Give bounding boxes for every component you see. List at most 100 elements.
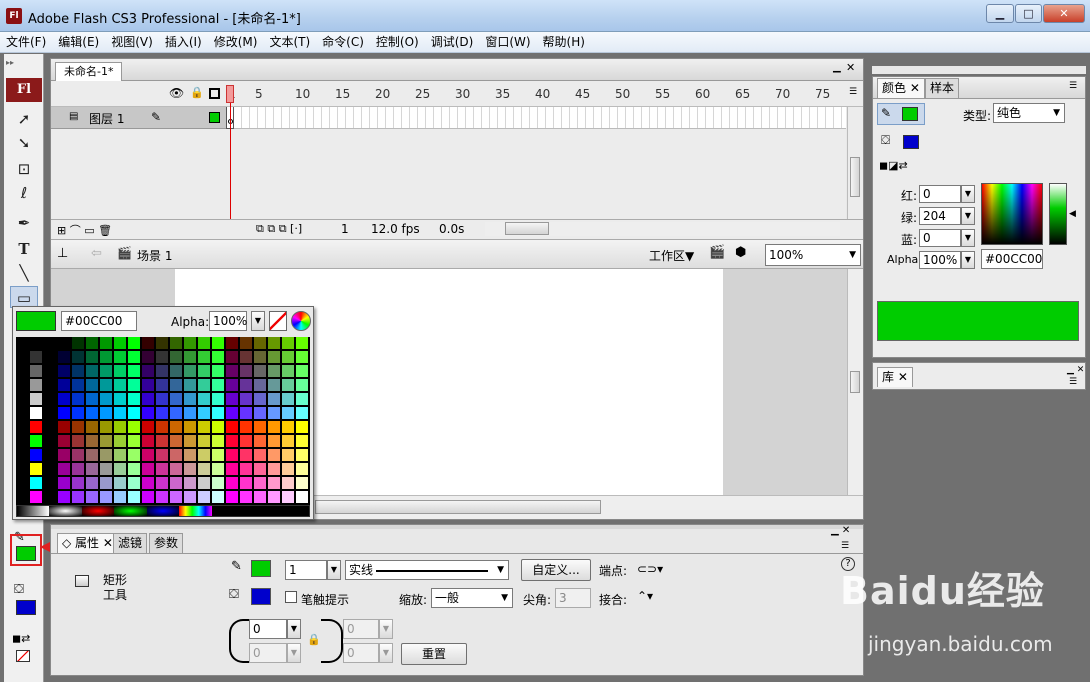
edit-scene-icon[interactable]: 🎬 — [709, 245, 725, 260]
swatch-cell[interactable] — [44, 337, 57, 350]
swatch-cell[interactable] — [44, 477, 57, 490]
swatch-cell[interactable] — [212, 477, 225, 490]
timeline-hscroll[interactable] — [485, 222, 840, 236]
tab-color[interactable]: 颜色 ✕ — [877, 78, 925, 98]
corner-lock-icon[interactable]: 🔒 — [307, 633, 321, 646]
text-tool-icon[interactable]: T — [10, 238, 38, 260]
minimize-panel-icon[interactable]: ▁ — [833, 62, 841, 73]
type-select[interactable]: 纯色 ▼ — [993, 103, 1065, 123]
brightness-slider[interactable] — [1049, 183, 1067, 245]
swatch-cell[interactable] — [184, 393, 197, 406]
swatch-cell[interactable] — [240, 351, 253, 364]
eye-icon[interactable]: 👁 — [169, 86, 184, 100]
gradient-swatches[interactable] — [16, 505, 310, 517]
swatch-cell[interactable] — [212, 421, 225, 434]
corner-dropdown-4[interactable]: ▼ — [379, 643, 393, 663]
swatch-cell[interactable] — [184, 449, 197, 462]
tab-swatches[interactable]: 样本 — [925, 78, 960, 98]
swatch-cell[interactable] — [282, 463, 295, 476]
swatch-cell[interactable] — [198, 337, 211, 350]
properties-minimize-icon[interactable]: ▁ ✕ — [831, 525, 850, 536]
swatch-cell[interactable] — [44, 449, 57, 462]
swatch-cell[interactable] — [114, 351, 127, 364]
swatch-cell[interactable] — [268, 337, 281, 350]
swatch-cell[interactable] — [30, 379, 43, 392]
swatch-cell[interactable] — [128, 421, 141, 434]
swatch-cell[interactable] — [170, 407, 183, 420]
swatch-cell[interactable] — [296, 477, 309, 490]
swatch-cell[interactable] — [282, 365, 295, 378]
swatch-cell[interactable] — [86, 435, 99, 448]
alpha-dropdown[interactable]: ▼ — [961, 251, 975, 269]
swatch-cell[interactable] — [282, 351, 295, 364]
swatch-cell[interactable] — [198, 491, 211, 504]
swatch-cell[interactable] — [142, 337, 155, 350]
swatch-cell[interactable] — [170, 435, 183, 448]
tab-filters[interactable]: 滤镜 — [113, 533, 148, 553]
swatch-cell[interactable] — [282, 421, 295, 434]
swatch-cell[interactable] — [72, 351, 85, 364]
swatch-cell[interactable] — [156, 421, 169, 434]
subselection-tool-icon[interactable]: ➘ — [10, 132, 38, 154]
swatch-cell[interactable] — [58, 463, 71, 476]
swatch-cell[interactable] — [30, 491, 43, 504]
swatch-cell[interactable] — [72, 365, 85, 378]
swatch-cell[interactable] — [254, 449, 267, 462]
menu-debug[interactable]: 调试(D) — [425, 32, 480, 53]
swatch-cell[interactable] — [100, 435, 113, 448]
swatch-cell[interactable] — [170, 491, 183, 504]
swatch-cell[interactable] — [212, 337, 225, 350]
swatch-cell[interactable] — [114, 491, 127, 504]
swatch-cell[interactable] — [240, 393, 253, 406]
swatch-cell[interactable] — [212, 407, 225, 420]
swatch-cell[interactable] — [254, 421, 267, 434]
swatch-cell[interactable] — [240, 365, 253, 378]
swatch-cell[interactable] — [30, 477, 43, 490]
swatch-cell[interactable] — [72, 407, 85, 420]
swatch-cell[interactable] — [296, 379, 309, 392]
red-dropdown[interactable]: ▼ — [961, 185, 975, 203]
swatch-cell[interactable] — [170, 463, 183, 476]
swatch-cell[interactable] — [100, 393, 113, 406]
swatch-cell[interactable] — [254, 365, 267, 378]
frames-area[interactable] — [226, 107, 846, 129]
swatch-cell[interactable] — [156, 491, 169, 504]
swatch-cell[interactable] — [282, 379, 295, 392]
swap-colors-icon[interactable]: ◼⇄ — [12, 632, 30, 645]
swatch-cell[interactable] — [128, 491, 141, 504]
swatch-cell[interactable] — [44, 351, 57, 364]
timeline-toggle-icon[interactable]: ⊥ — [57, 246, 68, 261]
swatch-cell[interactable] — [44, 463, 57, 476]
menu-insert[interactable]: 插入(I) — [159, 32, 208, 53]
swatch-cell[interactable] — [58, 351, 71, 364]
swatch-cell[interactable] — [142, 463, 155, 476]
swatch-cell[interactable] — [128, 365, 141, 378]
swatch-cell[interactable] — [44, 393, 57, 406]
swatch-cell[interactable] — [128, 407, 141, 420]
swatch-cell[interactable] — [16, 337, 29, 350]
swatch-cell[interactable] — [226, 393, 239, 406]
maximize-button[interactable]: □ — [1015, 4, 1042, 23]
swatch-cell[interactable] — [100, 463, 113, 476]
swatch-cell[interactable] — [212, 435, 225, 448]
swatch-cell[interactable] — [16, 351, 29, 364]
swatch-cell[interactable] — [128, 351, 141, 364]
swatch-cell[interactable] — [170, 477, 183, 490]
brightness-pointer-icon[interactable]: ◀ — [1069, 209, 1076, 219]
fill-color-chip[interactable] — [903, 135, 919, 149]
swatch-cell[interactable] — [58, 491, 71, 504]
playhead[interactable] — [226, 85, 234, 103]
swatch-cell[interactable] — [198, 449, 211, 462]
swatch-cell[interactable] — [198, 435, 211, 448]
swatch-cell[interactable] — [30, 351, 43, 364]
collapse-arrows-icon[interactable]: ▸▸ — [6, 58, 14, 67]
swatch-cell[interactable] — [86, 491, 99, 504]
swatch-cell[interactable] — [282, 435, 295, 448]
swatch-cell[interactable] — [170, 421, 183, 434]
zoom-select[interactable]: 100% ▼ — [765, 244, 861, 266]
swatch-cell[interactable] — [282, 407, 295, 420]
swatch-cell[interactable] — [296, 449, 309, 462]
properties-stroke-color[interactable] — [251, 560, 271, 577]
swatch-cell[interactable] — [226, 421, 239, 434]
swatch-cell[interactable] — [100, 491, 113, 504]
